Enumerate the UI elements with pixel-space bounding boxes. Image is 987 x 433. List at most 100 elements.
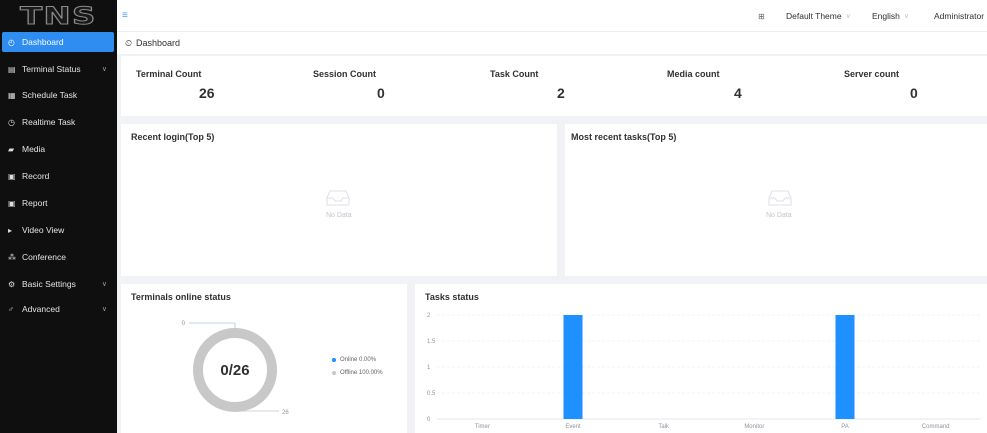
legend-online[interactable]: Online 0.00% (332, 357, 376, 363)
language-label: English (872, 11, 900, 21)
stat-label: Media count (667, 69, 720, 79)
x-tick-label: Timer (475, 424, 490, 430)
offline-count-label: 26 (282, 410, 289, 416)
chevron-down-icon: ∨ (101, 281, 107, 288)
x-tick-label: Command (922, 424, 950, 430)
legend-label: Offline 100.00% (340, 370, 383, 376)
x-tick-label: Event (565, 424, 581, 430)
y-tick-label: 2 (427, 313, 431, 319)
stat-value: 4 (734, 85, 742, 101)
sidebar-item-label: Realtime Task (22, 117, 76, 127)
stat-session-count: Session Count 0 (297, 56, 474, 116)
stat-label: Terminal Count (136, 69, 202, 79)
username-label: Administrator (934, 11, 985, 21)
stat-label: Task Count (490, 69, 539, 79)
chevron-down-icon: ∨ (101, 306, 107, 313)
chevron-down-icon: ∨ (845, 13, 851, 20)
breadcrumb-label: Dashboard (136, 38, 181, 48)
calendar-icon: ▦ (8, 90, 16, 100)
bar-event[interactable] (563, 315, 583, 419)
y-tick-label: 0.5 (427, 391, 436, 397)
stats-panel: Terminal Count 26 Session Count 0 Task C… (121, 56, 987, 116)
sidebar-item-label: Schedule Task (22, 90, 78, 100)
recent-tasks-card: Most recent tasks(Top 5) No Data (565, 124, 987, 276)
no-data-text: No Data (326, 212, 352, 219)
breadcrumb: ⏲ Dashboard (117, 32, 987, 54)
stat-value: 0 (377, 85, 385, 101)
dashboard-icon: ◴ (8, 37, 15, 47)
x-tick-label: Talk (658, 424, 670, 430)
stat-value: 0 (910, 85, 918, 101)
monitor-icon: ▤ (8, 64, 16, 74)
y-tick-label: 1.5 (427, 339, 436, 345)
stat-label: Server count (844, 69, 900, 79)
terminals-online-card: Terminals online status 0 26 0/26 Online… (121, 284, 407, 433)
sidebar-item-advanced[interactable]: ♂ Advanced ∨ (0, 299, 117, 319)
theme-label: Default Theme (786, 11, 842, 21)
language-dropdown[interactable]: English ∨ (872, 0, 909, 32)
stat-media-count: Media count 4 (651, 56, 828, 116)
report-icon: ▣ (8, 198, 16, 208)
fullscreen-icon[interactable]: ⊞ (758, 0, 765, 32)
conference-icon: ⁂ (8, 252, 16, 262)
sidebar-item-label: Media (22, 144, 46, 154)
y-tick-label: 1 (427, 365, 431, 371)
dashboard-icon: ⏲ (125, 37, 133, 48)
top-bar: ≡ ⊞ Default Theme ∨ English ∨ Administra… (117, 0, 987, 32)
tasks-status-chart: 0 0.5 1 1.5 2 Timer Event Talk Monitor PA Command (427, 313, 981, 430)
empty-inbox-icon (768, 190, 792, 206)
donut-center-text: 0/26 (220, 362, 249, 379)
sidebar-item-report[interactable]: ▣ Report (0, 193, 117, 213)
bar-pa[interactable] (835, 315, 855, 419)
legend-dot (332, 371, 336, 375)
sidebar-item-schedule-task[interactable]: ▦ Schedule Task (0, 85, 117, 105)
stat-value: 2 (557, 85, 565, 101)
no-data-text: No Data (766, 212, 792, 219)
video-icon: ▸ (8, 225, 13, 235)
tasks-status-card: Tasks status 0 0.5 1 1.5 2 Timer Event Talk Moni… (415, 284, 987, 433)
legend-label: Online 0.00% (340, 357, 377, 363)
sidebar-item-label: Terminal Status (22, 64, 81, 74)
sidebar-item-label: Dashboard (22, 37, 64, 47)
sidebar-item-video-view[interactable]: ▸ Video View (0, 220, 117, 240)
gear-icon: ⚙ (8, 279, 16, 289)
sidebar-item-label: Conference (22, 252, 66, 262)
logo-text: TNS (20, 2, 97, 31)
empty-inbox-icon (326, 190, 350, 206)
x-tick-label: PA (841, 424, 849, 430)
logo: TNS (0, 0, 117, 32)
chevron-down-icon: ∨ (903, 13, 910, 20)
card-title: Recent login(Top 5) (131, 132, 215, 142)
online-count-label: 0 (182, 321, 186, 327)
sidebar-item-label: Advanced (22, 304, 60, 314)
stat-task-count: Task Count 2 (474, 56, 651, 116)
stat-server-count: Server count 0 (828, 56, 987, 116)
sidebar-item-dashboard[interactable]: ◴ Dashboard (2, 32, 114, 52)
legend-offline[interactable]: Offline 100.00% (332, 370, 383, 376)
sidebar-item-terminal-status[interactable]: ▤ Terminal Status ∨ (0, 59, 117, 79)
user-menu[interactable]: Administrator (934, 0, 984, 32)
stat-terminal-count: Terminal Count 26 (121, 56, 297, 116)
legend-dot (332, 358, 336, 362)
hamburger-menu-icon[interactable]: ≡ (122, 10, 128, 21)
sidebar-item-basic-settings[interactable]: ⚙ Basic Settings ∨ (0, 274, 117, 294)
sidebar-item-record[interactable]: ▣ Record (0, 166, 117, 186)
record-icon: ▣ (8, 171, 16, 181)
x-tick-label: Monitor (744, 424, 764, 430)
sidebar-item-label: Record (22, 171, 50, 181)
recent-login-card: Recent login(Top 5) No Data (121, 124, 557, 276)
advanced-icon: ♂ (8, 304, 14, 314)
stat-label: Session Count (313, 69, 377, 79)
stat-value: 26 (199, 85, 215, 101)
card-title: Most recent tasks(Top 5) (571, 132, 677, 142)
sidebar-item-conference[interactable]: ⁂ Conference (0, 247, 117, 267)
sidebar-item-realtime-task[interactable]: ◷ Realtime Task (0, 112, 117, 132)
sidebar-item-label: Basic Settings (22, 279, 76, 289)
sidebar-item-label: Video View (22, 225, 65, 235)
sidebar-item-media[interactable]: ▰ Media (0, 139, 117, 159)
chevron-down-icon: ∨ (101, 66, 107, 73)
media-icon: ▰ (8, 144, 15, 154)
sidebar-item-label: Report (22, 198, 48, 208)
theme-dropdown[interactable]: Default Theme ∨ (786, 0, 851, 32)
clock-icon: ◷ (8, 117, 15, 127)
